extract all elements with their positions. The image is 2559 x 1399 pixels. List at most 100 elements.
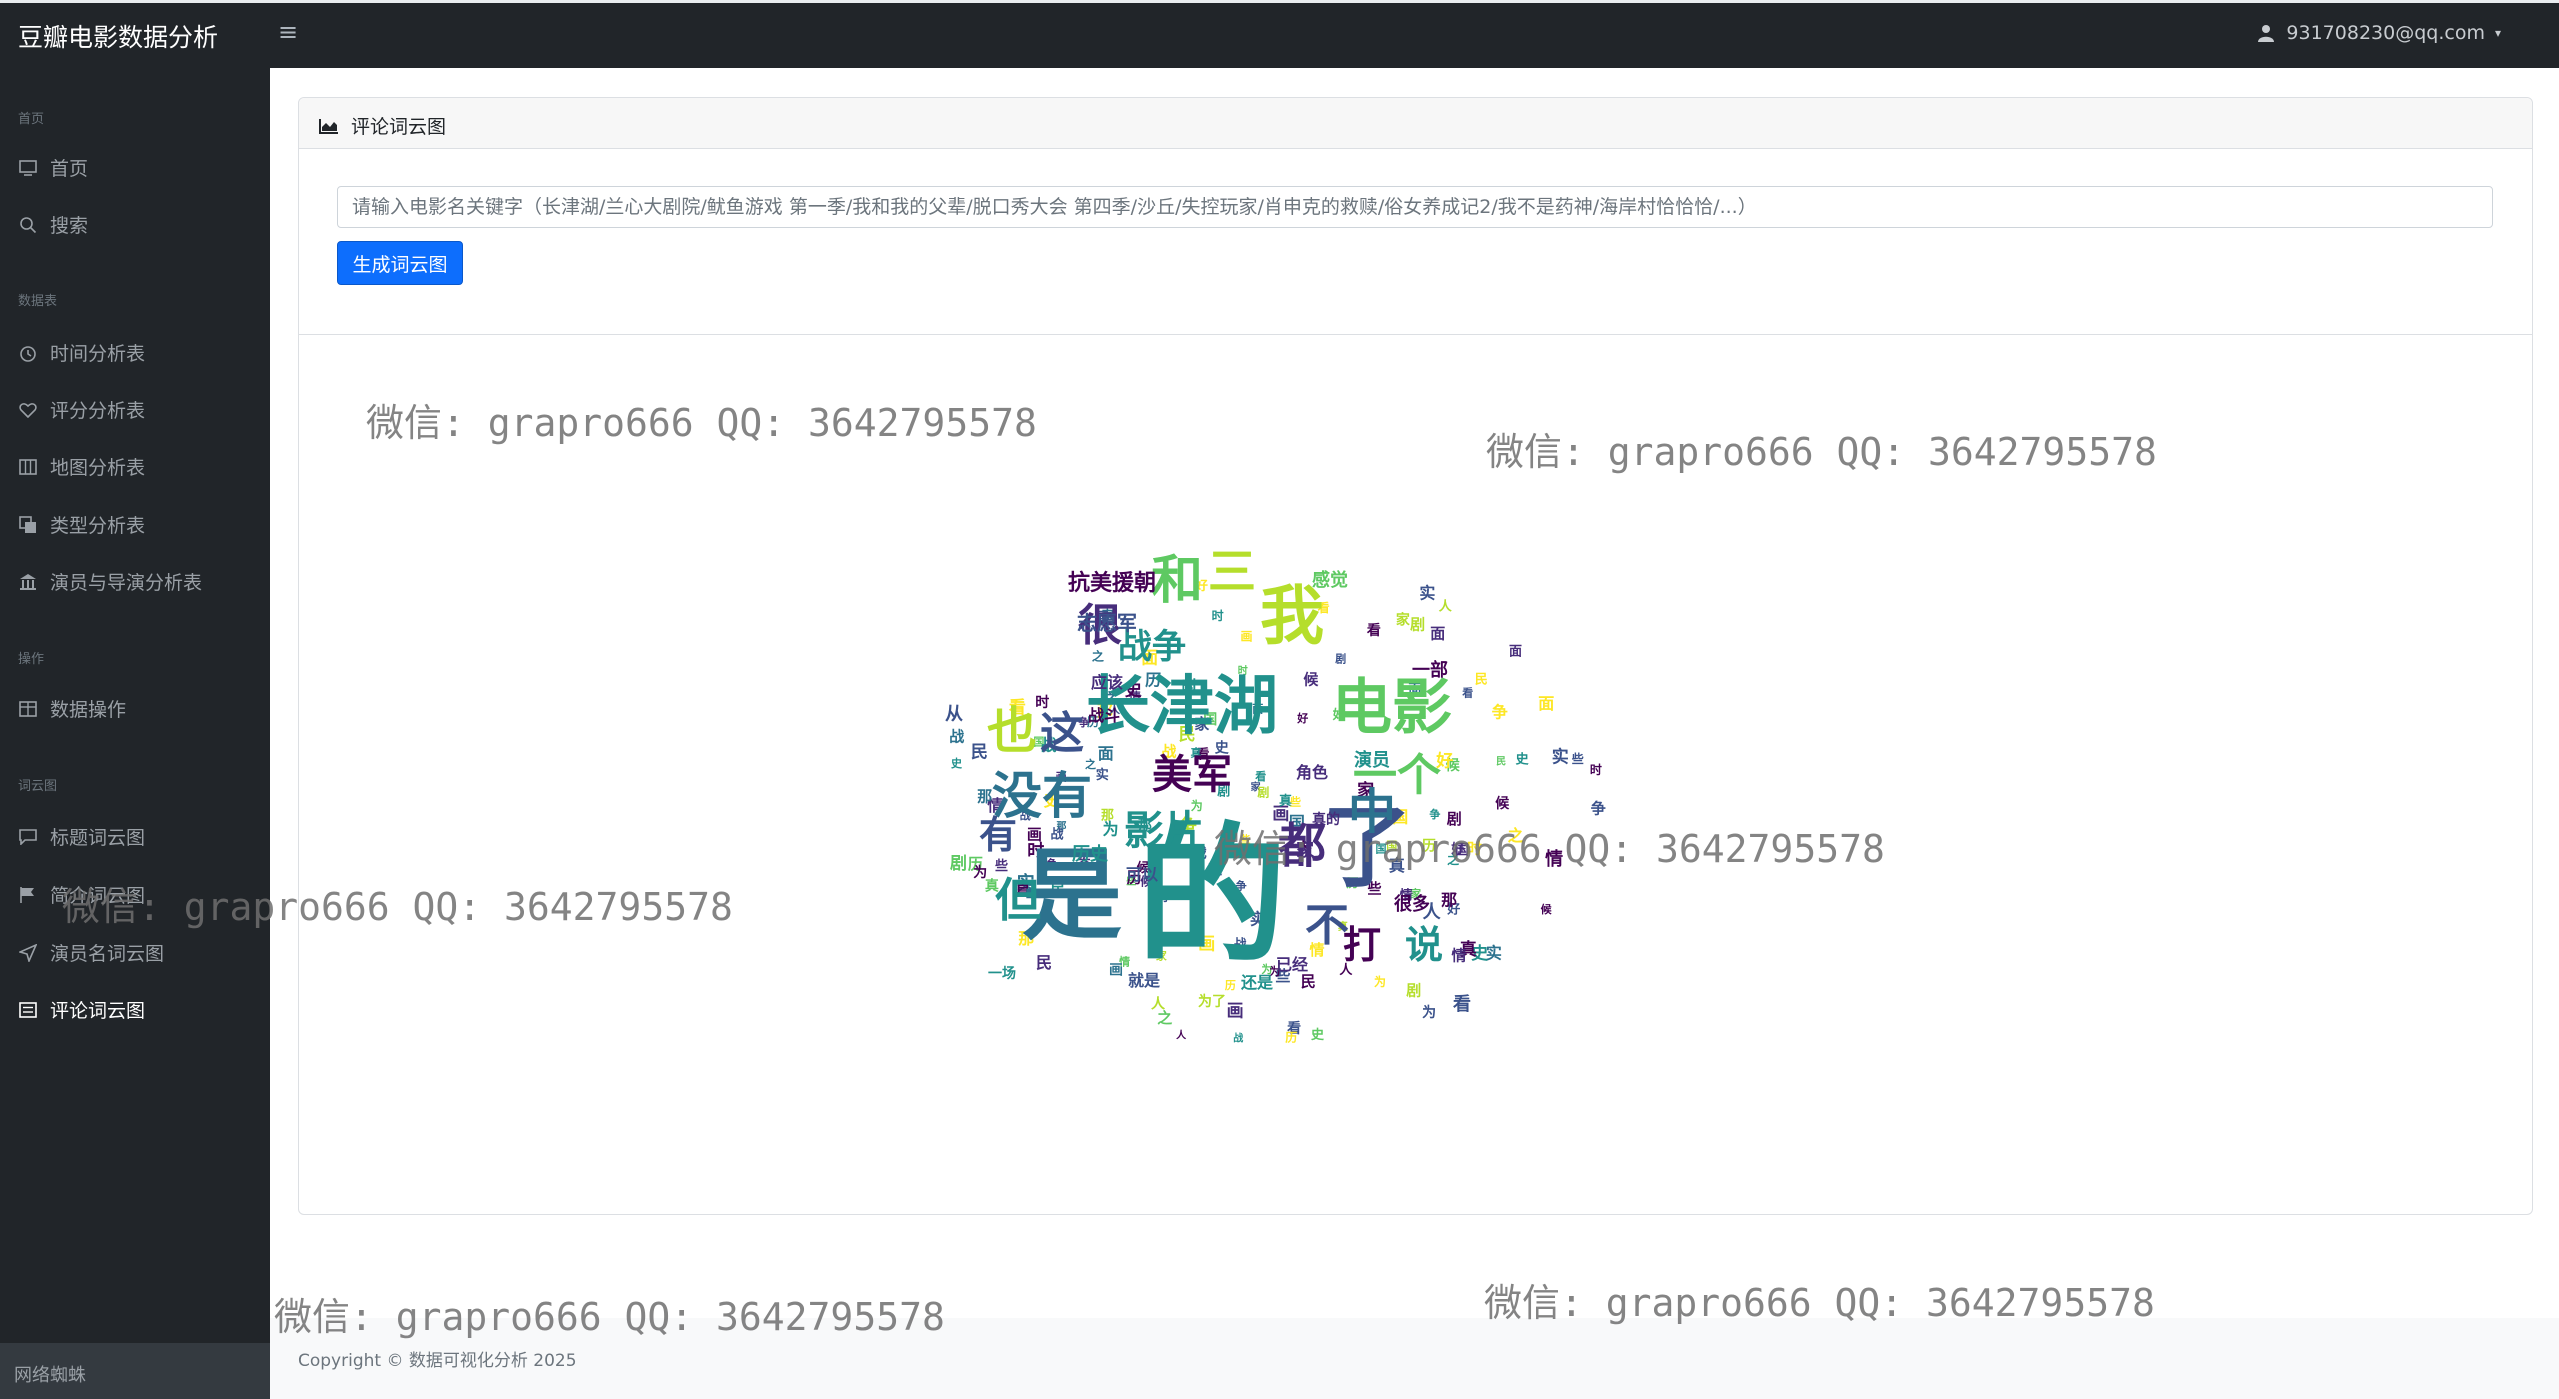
sidebar-item-map-analysis[interactable]: 地图分析表 — [18, 453, 145, 480]
sidebar-item-label: 类型分析表 — [50, 515, 146, 537]
wordcloud-filler-word: 战 — [949, 727, 964, 745]
wordcloud-filler-word: 看 — [1255, 769, 1266, 783]
map-icon — [18, 457, 38, 477]
wordcloud-word: 但 — [995, 873, 1041, 927]
card-title: 评论词云图 — [319, 112, 446, 139]
wordcloud-word: 有 — [979, 813, 1017, 857]
wordcloud-word: 战斗 — [1088, 706, 1120, 725]
user-email: 931708230@qq.com — [2286, 22, 2485, 44]
sidebar-heading-wordclouds: 词云图 — [18, 779, 58, 794]
wordcloud-word: 三 — [1208, 544, 1256, 600]
wordcloud-word: 一场 — [988, 966, 1016, 982]
wordcloud-filler-word: 好 — [1296, 711, 1308, 725]
wordcloud-filler-word: 史 — [951, 756, 963, 770]
wordcloud-filler-word: 民 — [1475, 672, 1488, 687]
sidebar-item-comment-wordcloud[interactable]: 评论词云图 — [18, 996, 145, 1023]
wordcloud-filler-word: 民 — [1496, 756, 1506, 768]
top-navbar: 豆瓣电影数据分析 ≡ 931708230@qq.com ▾ — [0, 0, 2559, 68]
send-icon — [18, 943, 38, 963]
copyright-text: Copyright © 数据可视化分析 2025 — [298, 1351, 577, 1371]
wordcloud-filler-word: 时 — [1212, 608, 1224, 623]
wordcloud-word: 影片 — [1124, 808, 1204, 854]
wordcloud-filler-word: 实 — [1096, 767, 1109, 783]
layers-icon — [18, 515, 38, 535]
wordcloud-filler-word: 人 — [1439, 598, 1453, 614]
sidebar-heading-operations: 操作 — [18, 652, 45, 667]
wordcloud-word: 志愿军 — [1077, 611, 1137, 635]
wordcloud-filler-word: 民 — [1301, 973, 1316, 991]
wordcloud-word: 一部 — [1412, 659, 1448, 681]
sidebar-item-label: 评分分析表 — [50, 400, 146, 422]
sidebar-item-actor-director-analysis[interactable]: 演员与导演分析表 — [18, 568, 202, 595]
wordcloud-word: 历史 — [1072, 843, 1109, 865]
wordcloud-filler-word: 争 — [1591, 800, 1606, 818]
wordcloud-filler-word: 实 — [1552, 747, 1569, 768]
comment-wordcloud-image: 战争历史国家人民为之好看那些时候真实画面剧情战争历史国家人民为之好看那些时候真实… — [945, 544, 1606, 1044]
sidebar-item-type-analysis[interactable]: 类型分析表 — [18, 511, 145, 538]
wordcloud-filler-word: 为 — [973, 864, 987, 881]
generate-wordcloud-button[interactable]: 生成词云图 — [337, 241, 463, 285]
wordcloud-filler-word: 家 — [1396, 611, 1411, 628]
wordcloud-word: 就是 — [1128, 971, 1160, 990]
table-icon — [18, 699, 38, 719]
wordcloud-word: 电影 — [1332, 673, 1452, 743]
card-header: 评论词云图 — [299, 98, 2532, 149]
wordcloud-word: 抗美援朝 — [1068, 570, 1156, 596]
watermark: 微信: grapro666 QQ: 3642795578 — [274, 1295, 945, 1339]
sidebar-item-label: 评论词云图 — [50, 1000, 146, 1022]
wordcloud-filler-word: 争 — [1492, 702, 1508, 721]
wordcloud-word: 感觉 — [1312, 569, 1348, 591]
sidebar-item-rating-analysis[interactable]: 评分分析表 — [18, 396, 145, 423]
wordcloud-filler-word: 些 — [1290, 795, 1301, 809]
sidebar-footer: 网络蜘蛛 — [0, 1343, 270, 1399]
wordcloud-filler-word: 为 — [1374, 974, 1386, 989]
wordcloud-word: 看 — [1452, 993, 1471, 1015]
wordcloud-filler-word: 面 — [1509, 645, 1522, 660]
wordcloud-filler-word: 画 — [1227, 1001, 1244, 1021]
wordcloud-filler-word: 剧 — [1406, 982, 1421, 1000]
wordcloud-filler-word: 画 — [1109, 962, 1123, 978]
sidebar-item-home[interactable]: 首页 — [18, 154, 88, 181]
wordcloud-filler-word: 面 — [1098, 744, 1114, 763]
sidebar-item-data-operation[interactable]: 数据操作 — [18, 695, 126, 722]
sidebar-toggle-icon[interactable]: ≡ — [278, 18, 298, 46]
bank-icon — [18, 572, 38, 592]
wordcloud-word: 很多 — [1394, 893, 1430, 915]
user-menu[interactable]: 931708230@qq.com ▾ — [2256, 22, 2501, 44]
list-icon — [18, 1000, 38, 1020]
chat-icon — [18, 827, 38, 847]
wordcloud-word: 这 — [1040, 708, 1084, 759]
wordcloud-filler-word: 实 — [1419, 583, 1435, 602]
sidebar-item-title-wordcloud[interactable]: 标题词云图 — [18, 823, 145, 850]
wordcloud-filler-word: 实 — [1486, 943, 1502, 962]
wordcloud-filler-word: 些 — [995, 858, 1008, 874]
area-chart-icon — [319, 116, 339, 136]
wordcloud-filler-word: 历 — [1285, 1030, 1297, 1044]
sidebar-item-label: 演员与导演分析表 — [50, 572, 203, 594]
wordcloud-word: 角色 — [1296, 763, 1328, 782]
heart-icon — [18, 400, 38, 420]
wordcloud-filler-word: 看 — [1462, 685, 1473, 699]
wordcloud-word: 从 — [945, 704, 963, 725]
wordcloud-filler-word: 时 — [1590, 762, 1602, 777]
movie-keyword-input[interactable] — [337, 186, 2493, 228]
sidebar-item-time-analysis[interactable]: 时间分析表 — [18, 339, 145, 366]
sidebar-item-search[interactable]: 搜索 — [18, 211, 88, 238]
wordcloud-filler-word: 候 — [1495, 795, 1510, 812]
sidebar-item-label: 地图分析表 — [50, 457, 146, 479]
wordcloud-word: 我 — [1260, 580, 1324, 654]
topbar-edge — [0, 0, 2559, 3]
watermark: 微信: grapro666 QQ: 3642795578 — [1214, 827, 1885, 871]
card-divider — [299, 334, 2532, 335]
monitor-icon — [18, 158, 38, 178]
wordcloud-filler-word: 些 — [1572, 751, 1584, 766]
wordcloud-word: 和 — [1151, 551, 1203, 611]
wordcloud-filler-word: 剧 — [1257, 785, 1269, 800]
wordcloud-filler-word: 战 — [1233, 1031, 1243, 1044]
brand-title[interactable]: 豆瓣电影数据分析 — [18, 18, 218, 54]
wordcloud-word: 可以 — [1126, 865, 1158, 884]
sidebar-item-label: 演员名词云图 — [50, 943, 165, 965]
sidebar-item-actor-wordcloud[interactable]: 演员名词云图 — [18, 939, 164, 966]
watermark: 微信: grapro666 QQ: 3642795578 — [366, 401, 1037, 445]
sidebar-heading-home: 首页 — [18, 112, 45, 127]
